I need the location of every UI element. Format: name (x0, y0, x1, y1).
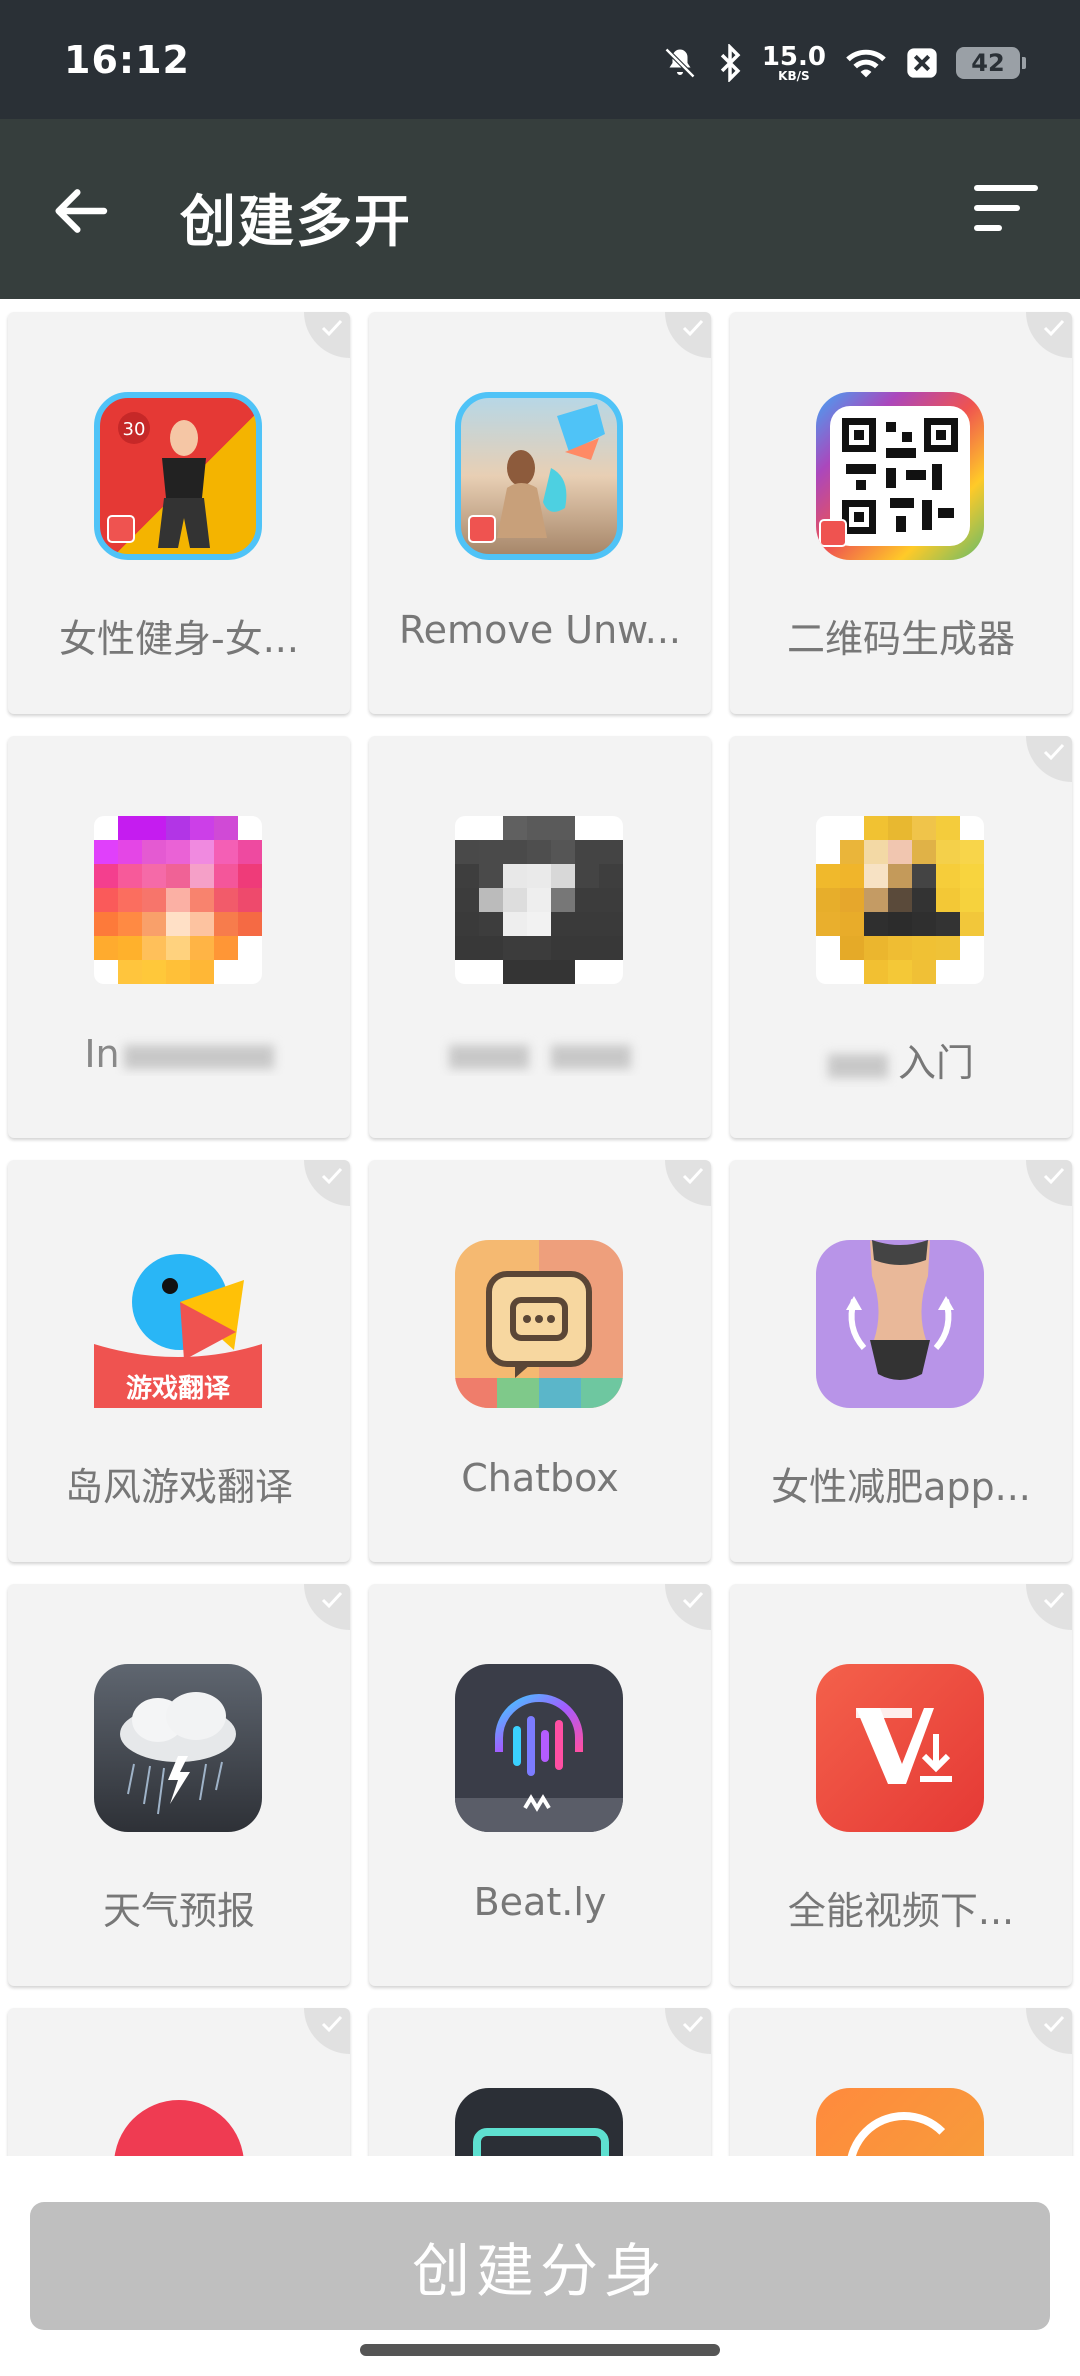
app-label: Remove Unw... (398, 608, 681, 652)
app-label (369, 1032, 711, 1076)
app-label: 入门 (730, 1032, 1072, 1087)
check-icon (304, 2008, 350, 2054)
bluetooth-icon (720, 44, 741, 82)
app-card[interactable] (369, 736, 711, 1138)
app-grid: 30 女性健身-女... Remove Unw... 二维码生成器 In 入门 … (0, 306, 1080, 2156)
dark-app-icon (455, 2088, 623, 2156)
app-card[interactable]: 全能视频下... (730, 1584, 1072, 1986)
weather-storm-icon (94, 1664, 262, 1832)
check-icon (1026, 2008, 1072, 2054)
beatly-icon (455, 1664, 623, 1832)
redacted-text (551, 1044, 631, 1069)
create-clone-button[interactable]: 创建分身 (30, 2202, 1050, 2330)
app-card[interactable]: 游戏翻译 岛风游戏翻译 (8, 1160, 350, 1562)
app-label: In (8, 1032, 350, 1076)
status-bar: 16:12 15.0 KB/S 42 (0, 0, 1080, 119)
check-icon (665, 1584, 711, 1630)
sort-button[interactable] (964, 175, 1044, 245)
svg-text:30: 30 (123, 419, 146, 440)
orange-app-icon (816, 2088, 984, 2156)
status-time: 16:12 (64, 38, 190, 82)
app-card[interactable]: 二维码生成器 (730, 312, 1072, 714)
check-icon (304, 1160, 350, 1206)
check-icon (1026, 736, 1072, 782)
app-card[interactable] (369, 2008, 711, 2156)
app-card[interactable]: 入门 (730, 736, 1072, 1138)
check-icon (304, 312, 350, 358)
status-icons: 15.0 KB/S 42 (662, 38, 1026, 88)
instagram-icon (94, 816, 262, 984)
page-title: 创建多开 (180, 190, 412, 255)
app-label: 女性健身-女... (59, 617, 299, 661)
redacted-text (123, 1044, 274, 1069)
check-icon (1026, 312, 1072, 358)
check-icon (304, 1584, 350, 1630)
chatbox-icon (455, 1240, 623, 1408)
back-button[interactable] (40, 171, 120, 251)
yellow-app-icon (816, 816, 984, 984)
net-speed: 15.0 KB/S (761, 42, 826, 83)
app-label: 全能视频下... (787, 1889, 1015, 1933)
home-indicator[interactable] (360, 2344, 720, 2356)
app-card[interactable] (8, 2008, 350, 2156)
redacted-text (827, 1053, 888, 1078)
video-downloader-icon (816, 1664, 984, 1832)
fitness-app-icon: 30 (94, 392, 262, 560)
app-label: 女性减肥app... (771, 1465, 1031, 1509)
app-label: 天气预报 (102, 1889, 255, 1933)
check-icon (665, 2008, 711, 2054)
app-card[interactable]: 30 女性健身-女... (8, 312, 350, 714)
app-label: Chatbox (461, 1456, 619, 1500)
check-icon (665, 312, 711, 358)
icon-caption: 游戏翻译 (125, 1374, 230, 1404)
mute-icon (664, 47, 695, 79)
app-bar: 创建多开 (0, 119, 1080, 299)
app-card[interactable]: Beat.ly (369, 1584, 711, 1986)
check-icon (665, 1160, 711, 1206)
weight-loss-app-icon (816, 1240, 984, 1408)
close-box-icon (907, 48, 937, 78)
app-card[interactable]: Chatbox (369, 1160, 711, 1562)
app-label: 岛风游戏翻译 (64, 1465, 293, 1509)
redacted-text (449, 1044, 529, 1069)
check-icon (1026, 1584, 1072, 1630)
app-card[interactable] (730, 2008, 1072, 2156)
app-card[interactable]: 女性减肥app... (730, 1160, 1072, 1562)
wifi-icon (846, 49, 886, 78)
battery-icon: 42 (956, 47, 1026, 79)
app-label: 二维码生成器 (786, 617, 1015, 661)
qr-code-icon (816, 392, 984, 560)
back-arrow-icon (55, 189, 108, 233)
cat-app-icon (455, 816, 623, 984)
translate-app-icon: 游戏翻译 (94, 1240, 262, 1408)
red-circle-app-icon (114, 2100, 244, 2156)
app-card[interactable]: In (8, 736, 350, 1138)
app-label: Beat.ly (473, 1880, 607, 1924)
app-card[interactable]: 天气预报 (8, 1584, 350, 1986)
check-icon (1026, 1160, 1072, 1206)
bottom-bar: 创建分身 (0, 2156, 1080, 2376)
photo-eraser-icon (455, 392, 623, 560)
app-card[interactable]: Remove Unw... (369, 312, 711, 714)
